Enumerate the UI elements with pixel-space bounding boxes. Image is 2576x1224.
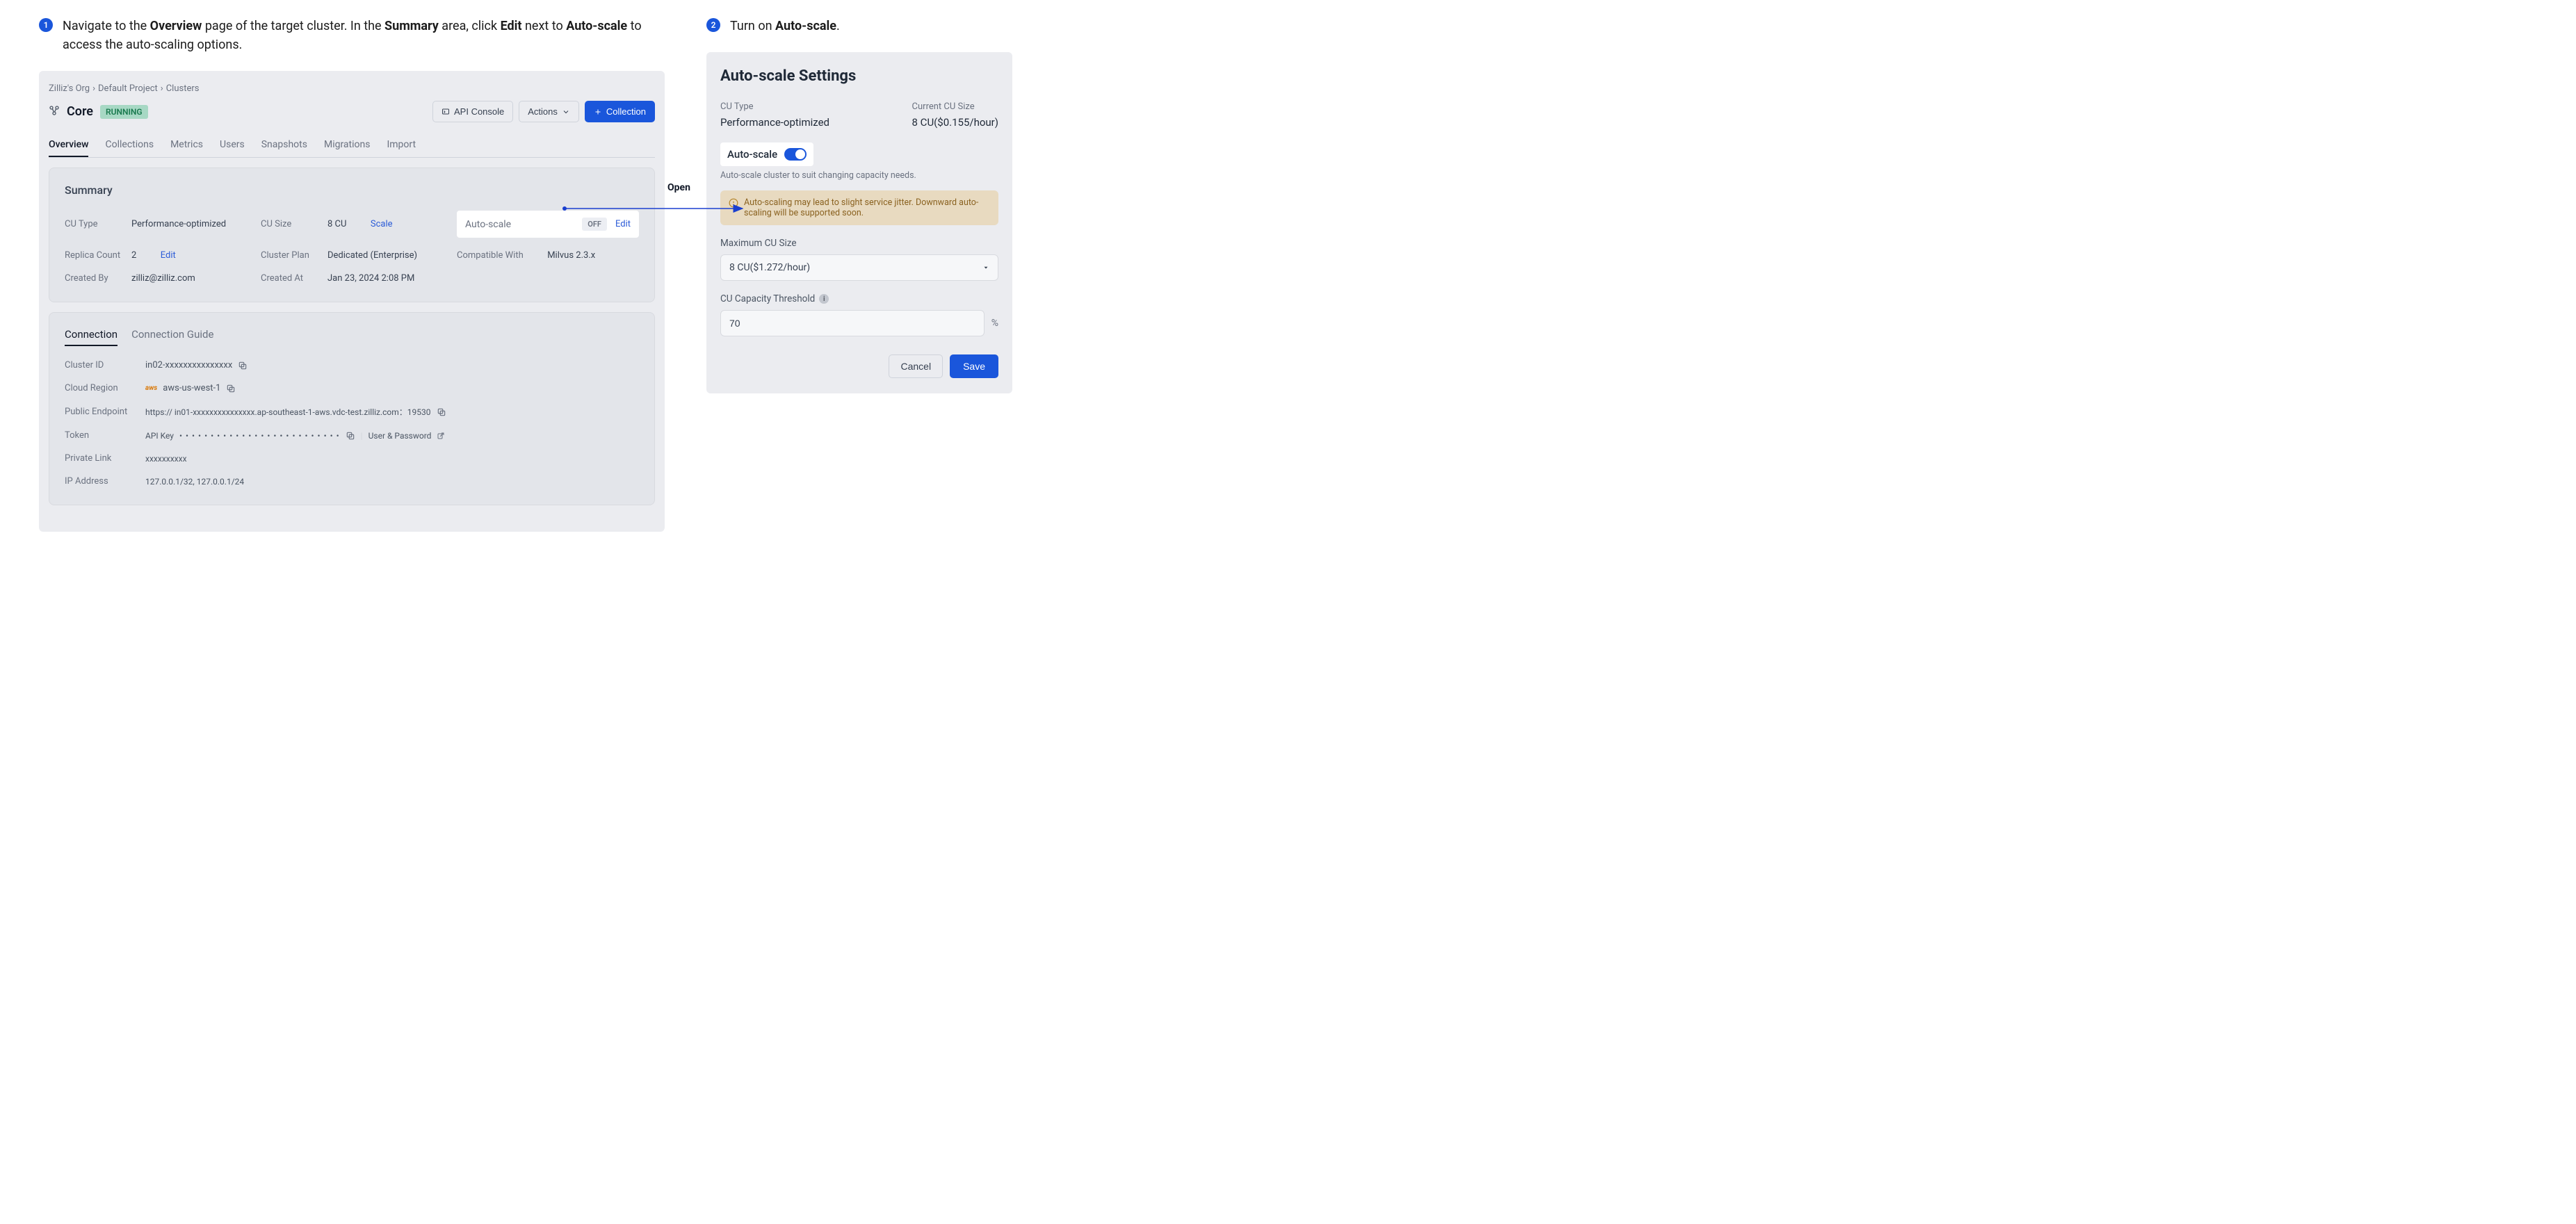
compat-value: Milvus 2.3.x bbox=[547, 250, 595, 261]
endpoint-label: Public Endpoint bbox=[65, 407, 134, 417]
plus-icon bbox=[594, 108, 602, 116]
max-cu-label: Maximum CU Size bbox=[720, 238, 998, 249]
copy-icon[interactable] bbox=[226, 384, 236, 393]
replica-value: 2 bbox=[131, 250, 136, 261]
endpoint-value: https:// in01-xxxxxxxxxxxxxxx.ap-southea… bbox=[145, 406, 431, 418]
copy-icon[interactable] bbox=[437, 407, 446, 417]
percent-label: % bbox=[991, 318, 998, 329]
autoscale-row: Auto-scale OFF Edit bbox=[457, 211, 639, 238]
replica-edit-link[interactable]: Edit bbox=[161, 250, 176, 261]
breadcrumb-project[interactable]: Default Project bbox=[98, 83, 158, 94]
open-label: Open bbox=[667, 182, 690, 193]
apikey-mask: • • • • • • • • • • • • • • • • • • • • … bbox=[179, 431, 340, 441]
summary-title: Summary bbox=[65, 183, 639, 197]
add-collection-button[interactable]: Collection bbox=[585, 101, 655, 122]
user-password-link[interactable]: User & Password bbox=[368, 431, 432, 441]
apikey-label: API Key bbox=[145, 431, 174, 441]
step-badge-2: 2 bbox=[706, 18, 720, 32]
scale-link[interactable]: Scale bbox=[371, 219, 393, 229]
tab-import[interactable]: Import bbox=[387, 133, 416, 157]
tab-snapshots[interactable]: Snapshots bbox=[261, 133, 307, 157]
token-label: Token bbox=[65, 430, 134, 441]
settings-title: Auto-scale Settings bbox=[720, 67, 998, 85]
cluster-overview-window: Zilliz's Org›Default Project›Clusters Co… bbox=[39, 71, 665, 532]
status-badge: RUNNING bbox=[100, 105, 148, 119]
summary-card: Summary CU Type Performance-optimized CU … bbox=[49, 168, 655, 302]
step-2-text: Turn on Auto-scale. bbox=[730, 17, 840, 35]
replica-label: Replica Count bbox=[65, 250, 122, 261]
connection-card: Connection Connection Guide Cluster ID i… bbox=[49, 312, 655, 505]
api-console-button[interactable]: API Console bbox=[432, 101, 513, 122]
actions-button[interactable]: Actions bbox=[519, 101, 579, 122]
tab-overview[interactable]: Overview bbox=[49, 133, 88, 157]
autoscale-toggle-row: Auto-scale bbox=[720, 142, 813, 166]
warning-icon bbox=[729, 198, 738, 208]
breadcrumb-org[interactable]: Zilliz's Org bbox=[49, 83, 90, 94]
settings-cu-type-value: Performance-optimized bbox=[720, 116, 829, 129]
createdby-label: Created By bbox=[65, 273, 122, 284]
createdat-label: Created At bbox=[261, 273, 318, 284]
threshold-label: CU Capacity Threshold i bbox=[720, 293, 998, 304]
autoscale-toggle-label: Auto-scale bbox=[727, 148, 777, 161]
cu-type-value: Performance-optimized bbox=[131, 219, 226, 229]
region-value: aws-us-west-1 bbox=[163, 383, 220, 393]
autoscale-label: Auto-scale bbox=[465, 219, 511, 230]
settings-cu-type-label: CU Type bbox=[720, 101, 829, 112]
autoscale-toggle[interactable] bbox=[784, 148, 807, 161]
ip-label: IP Address bbox=[65, 476, 134, 487]
autoscale-settings-panel: Auto-scale Settings CU Type Performance-… bbox=[706, 52, 1012, 393]
copy-icon[interactable] bbox=[238, 361, 248, 370]
settings-current-label: Current CU Size bbox=[912, 101, 998, 112]
settings-current-value: 8 CU($0.155/hour) bbox=[912, 116, 998, 129]
cu-type-label: CU Type bbox=[65, 219, 122, 229]
tab-collections[interactable]: Collections bbox=[105, 133, 154, 157]
cluster-id-value: in02-xxxxxxxxxxxxxxx bbox=[145, 360, 232, 370]
info-icon[interactable]: i bbox=[819, 294, 829, 304]
step-1-text: Navigate to the Overview page of the tar… bbox=[63, 17, 665, 54]
aws-icon: aws bbox=[145, 384, 157, 392]
private-link-value: xxxxxxxxxx bbox=[145, 454, 187, 464]
cluster-name: Core bbox=[67, 104, 93, 119]
autoscale-edit-link[interactable]: Edit bbox=[615, 219, 631, 229]
cluster-id-label: Cluster ID bbox=[65, 360, 134, 370]
plan-label: Cluster Plan bbox=[261, 250, 318, 261]
copy-icon[interactable] bbox=[346, 431, 355, 441]
tab-metrics[interactable]: Metrics bbox=[170, 133, 203, 157]
step-badge-1: 1 bbox=[39, 18, 53, 32]
tab-migrations[interactable]: Migrations bbox=[324, 133, 371, 157]
autoscale-off-pill: OFF bbox=[582, 218, 607, 231]
save-button[interactable]: Save bbox=[950, 354, 998, 378]
threshold-input[interactable] bbox=[720, 310, 985, 336]
conn-tab-guide[interactable]: Connection Guide bbox=[131, 328, 213, 346]
caret-down-icon bbox=[982, 264, 989, 271]
cluster-icon bbox=[49, 105, 60, 119]
autoscale-helper: Auto-scale cluster to suit changing capa… bbox=[720, 170, 998, 181]
cu-size-label: CU Size bbox=[261, 219, 318, 229]
conn-tab-connection[interactable]: Connection bbox=[65, 328, 118, 346]
plan-value: Dedicated (Enterprise) bbox=[327, 250, 417, 261]
region-label: Cloud Region bbox=[65, 383, 134, 393]
chevron-down-icon bbox=[562, 108, 570, 116]
external-link-icon bbox=[437, 432, 445, 440]
main-tabs: Overview Collections Metrics Users Snaps… bbox=[49, 133, 655, 158]
createdat-value: Jan 23, 2024 2:08 PM bbox=[327, 273, 414, 284]
autoscale-warning: Auto-scaling may lead to slight service … bbox=[720, 190, 998, 225]
cancel-button[interactable]: Cancel bbox=[889, 354, 943, 378]
breadcrumb-clusters[interactable]: Clusters bbox=[166, 83, 200, 94]
cu-size-value: 8 CU bbox=[327, 219, 346, 229]
tab-users[interactable]: Users bbox=[220, 133, 245, 157]
private-link-label: Private Link bbox=[65, 453, 134, 464]
createdby-value: zilliz@zilliz.com bbox=[131, 273, 195, 284]
breadcrumb: Zilliz's Org›Default Project›Clusters bbox=[49, 83, 655, 94]
ip-value: 127.0.0.1/32, 127.0.0.1/24 bbox=[145, 477, 244, 487]
max-cu-select[interactable]: 8 CU($1.272/hour) bbox=[720, 254, 998, 281]
compat-label: Compatible With bbox=[457, 250, 524, 261]
